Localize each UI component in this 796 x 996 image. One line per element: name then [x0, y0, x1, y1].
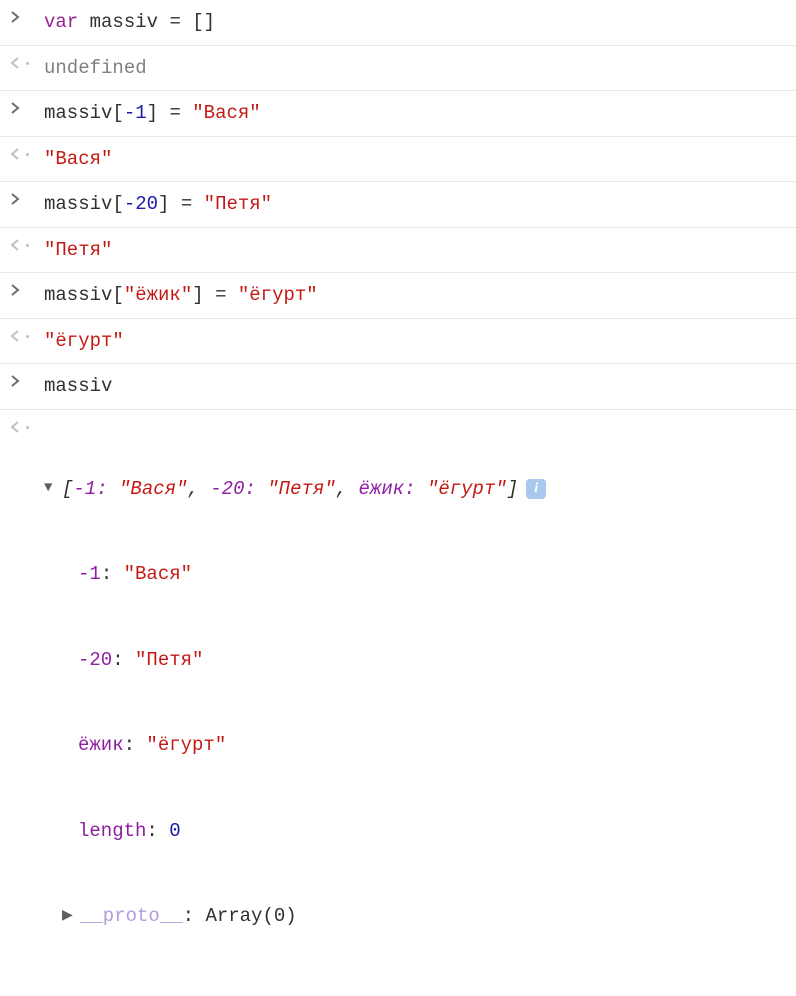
dot-icon	[26, 244, 29, 247]
object-summary[interactable]: ▼ [-1: "Вася", -20: "Петя", ёжик: "ёгурт…	[44, 475, 796, 504]
console-output-row: "Петя"	[0, 228, 796, 274]
string-token: "ёгурт"	[427, 478, 507, 500]
prop-key: length	[78, 820, 146, 842]
code-line: var massiv = []	[44, 8, 796, 37]
console-output-row: "ёгурт"	[0, 319, 796, 365]
bracket-token: ]	[507, 478, 518, 500]
console-input-row[interactable]: massiv[-20] = "Петя"	[0, 182, 796, 228]
output-value: "Вася"	[44, 145, 796, 174]
string-token: "ёгурт"	[44, 330, 124, 352]
input-prompt-icon	[8, 190, 44, 206]
key-token: -1:	[73, 478, 107, 500]
string-token: "Вася"	[119, 478, 187, 500]
bracket-token: []	[192, 11, 215, 33]
prop-key: -1	[78, 563, 101, 585]
console-input-row[interactable]: var massiv = []	[0, 0, 796, 46]
variable-token: massiv	[44, 284, 112, 306]
comma-token: ,	[187, 478, 198, 500]
string-token: "Петя"	[267, 478, 335, 500]
code-line: massiv[-1] = "Вася"	[44, 99, 796, 128]
console-input-row[interactable]: massiv["ёжик"] = "ёгурт"	[0, 273, 796, 319]
bracket-token: [	[112, 102, 123, 124]
bracket-token: [	[62, 478, 73, 500]
operator-token: =	[215, 284, 226, 306]
prop-value: "Вася"	[124, 563, 192, 585]
input-prompt-icon	[8, 281, 44, 297]
dot-icon	[26, 153, 29, 156]
console-input-row[interactable]: massiv	[0, 364, 796, 410]
number-token: -1	[124, 102, 147, 124]
operator-token: =	[169, 11, 180, 33]
bracket-token: ]	[147, 102, 158, 124]
property-row[interactable]: ёжик: "ёгурт"	[44, 731, 796, 760]
info-icon[interactable]: i	[526, 479, 546, 499]
prop-key: ёжик	[78, 734, 124, 756]
disclosure-open-icon[interactable]: ▼	[44, 478, 62, 499]
variable-token: massiv	[44, 102, 112, 124]
operator-token: =	[169, 102, 180, 124]
number-token: -20	[124, 193, 158, 215]
property-proto-row[interactable]: ▶ __proto__: Array(0)	[44, 902, 796, 931]
input-prompt-icon	[8, 99, 44, 115]
string-token: "Петя"	[204, 193, 272, 215]
input-prompt-icon	[8, 372, 44, 388]
bracket-token: [	[112, 193, 123, 215]
bracket-token: ]	[158, 193, 169, 215]
comma-token: ,	[336, 478, 347, 500]
variable-token: massiv	[44, 193, 112, 215]
disclosure-closed-icon[interactable]: ▶	[62, 906, 80, 927]
console-input-row[interactable]: massiv[-1] = "Вася"	[0, 91, 796, 137]
output-value: undefined	[44, 54, 796, 83]
string-token: "Вася"	[44, 148, 112, 170]
operator-token: =	[181, 193, 192, 215]
output-value: "Петя"	[44, 236, 796, 265]
string-token: "ёжик"	[124, 284, 192, 306]
prop-value: 0	[169, 820, 180, 842]
bracket-token: ]	[192, 284, 203, 306]
property-length-row[interactable]: length: 0	[44, 817, 796, 846]
input-prompt-icon	[8, 8, 44, 24]
string-token: "ёгурт"	[238, 284, 318, 306]
prop-key: -20	[78, 649, 112, 671]
code-line: massiv	[44, 372, 796, 401]
string-token: "Петя"	[44, 239, 112, 261]
property-row[interactable]: -20: "Петя"	[44, 646, 796, 675]
proto-value: Array(0)	[205, 902, 296, 931]
proto-key: __proto__	[80, 902, 183, 931]
key-token: ёжик:	[359, 478, 416, 500]
bracket-token: [	[112, 284, 123, 306]
prop-value: "ёгурт"	[146, 734, 226, 756]
expanded-content: ▼ [-1: "Вася", -20: "Петя", ёжик: "ёгурт…	[44, 418, 796, 988]
key-token: -20:	[210, 478, 256, 500]
dot-icon	[26, 426, 29, 429]
code-line: massiv["ёжик"] = "ёгурт"	[44, 281, 796, 310]
variable-token: massiv	[44, 375, 112, 397]
keyword-token: var	[44, 11, 78, 33]
variable-token: massiv	[90, 11, 158, 33]
console-output-row: "Вася"	[0, 137, 796, 183]
prop-value: "Петя"	[135, 649, 203, 671]
dot-icon	[26, 62, 29, 65]
string-token: "Вася"	[192, 102, 260, 124]
console-output-row: undefined	[0, 46, 796, 92]
property-row[interactable]: -1: "Вася"	[44, 560, 796, 589]
code-line: massiv[-20] = "Петя"	[44, 190, 796, 219]
output-value: "ёгурт"	[44, 327, 796, 356]
dot-icon	[26, 335, 29, 338]
undefined-token: undefined	[44, 57, 147, 79]
console-output-expanded: ▼ [-1: "Вася", -20: "Петя", ёжик: "ёгурт…	[0, 410, 796, 996]
